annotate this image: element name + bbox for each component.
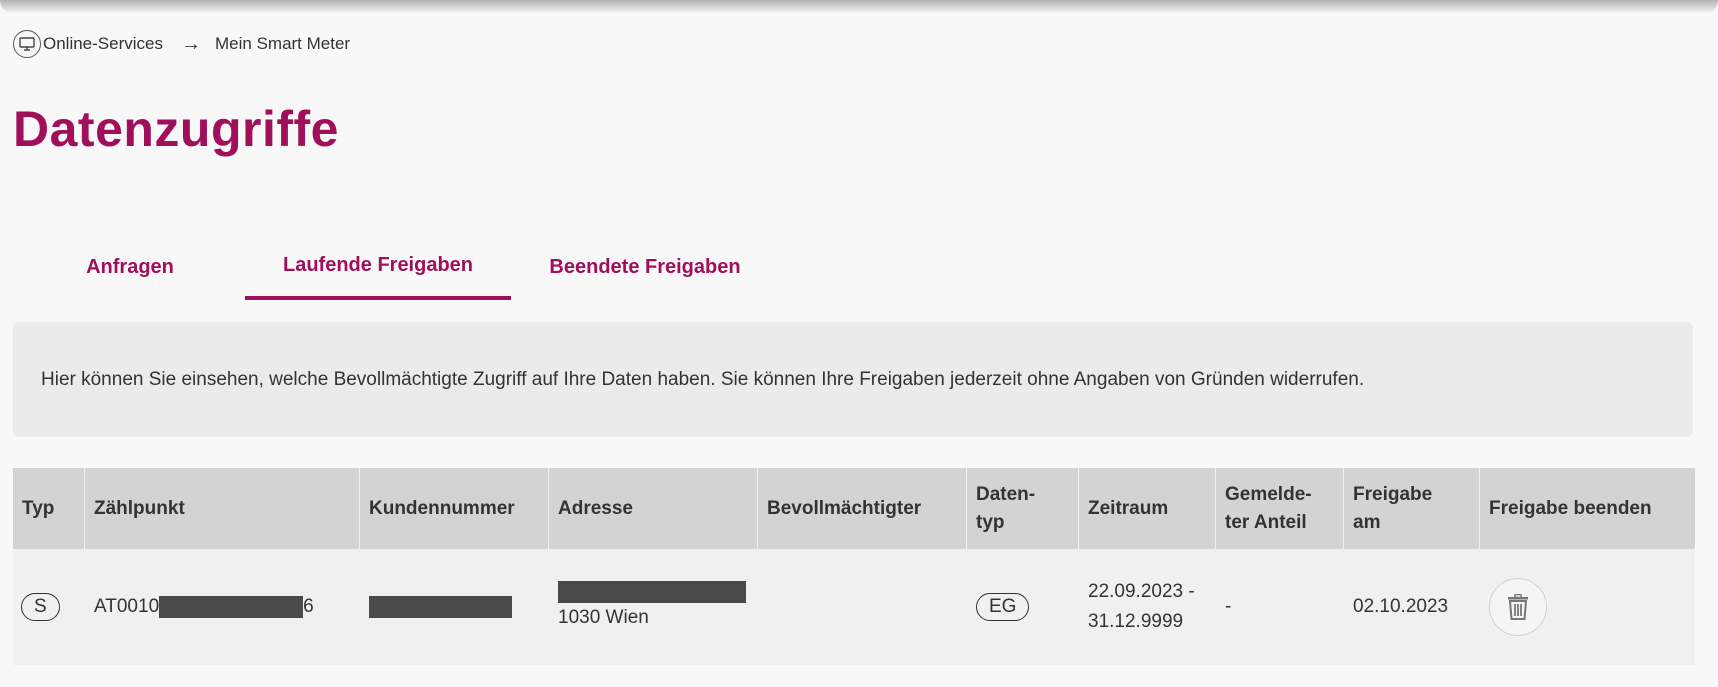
trash-icon bbox=[1508, 594, 1528, 620]
redaction-block bbox=[369, 596, 512, 618]
info-text: Hier können Sie einsehen, welche Bevollm… bbox=[41, 368, 1365, 390]
col-kundennummer: Kundennummer bbox=[360, 468, 549, 549]
col-freigabe-am-line1: Freigabe bbox=[1353, 483, 1433, 505]
col-freigabe-beenden: Freigabe beenden bbox=[1489, 497, 1652, 519]
breadcrumb-current: Mein Smart Meter bbox=[215, 34, 351, 53]
arrow-right-icon: → bbox=[181, 33, 201, 55]
header-shadow bbox=[0, 0, 1718, 14]
col-anteil-line1: Gemelde- bbox=[1225, 483, 1312, 505]
cell-datentyp: EG bbox=[967, 549, 1079, 665]
col-datentyp-line1: Daten- bbox=[976, 483, 1036, 505]
tab-beendete-freigaben[interactable]: Beendete Freigaben bbox=[530, 240, 760, 300]
col-adresse: Adresse bbox=[549, 468, 758, 549]
col-freigabe-am: Freigabe am bbox=[1344, 468, 1480, 549]
col-zeitraum: Zeitraum bbox=[1079, 468, 1216, 549]
tab-anfragen[interactable]: Anfragen bbox=[58, 240, 202, 300]
typ-badge: S bbox=[21, 593, 60, 621]
col-anteil-line2: ter Anteil bbox=[1225, 511, 1307, 533]
redaction-block bbox=[159, 596, 304, 618]
breadcrumb-online-services[interactable]: Online-Services bbox=[43, 34, 163, 54]
breadcrumb: Online-Services → Mein Smart Meter bbox=[13, 30, 350, 58]
redaction-block bbox=[558, 581, 746, 603]
table-row: S AT0010 6 1030 Wien EG 22.09.2023 - 31.… bbox=[13, 549, 1695, 665]
col-typ: Typ bbox=[13, 468, 85, 549]
monitor-icon[interactable] bbox=[13, 30, 41, 58]
cell-freigabe-beenden bbox=[1480, 549, 1695, 665]
col-anteil: Gemelde- ter Anteil bbox=[1216, 468, 1344, 549]
col-bevollmaechtigter: Bevollmächtigter bbox=[758, 468, 967, 549]
freigaben-table: Typ Zählpunkt Kundennummer Adresse Bevol… bbox=[13, 468, 1695, 665]
delete-freigabe-button[interactable] bbox=[1489, 578, 1547, 636]
tab-bar: Anfragen Laufende Freigaben Beendete Fre… bbox=[0, 240, 800, 302]
datentyp-badge: EG bbox=[976, 593, 1030, 621]
zaehlpunkt-suffix: 6 bbox=[303, 596, 314, 617]
zeitraum-end: 31.12.9999 bbox=[1088, 611, 1184, 632]
cell-bevollmaechtigter bbox=[758, 549, 967, 665]
zeitraum-start: 22.09.2023 - bbox=[1088, 581, 1195, 602]
page-title: Datenzugriffe bbox=[13, 101, 339, 157]
cell-kundennummer bbox=[360, 549, 549, 665]
cell-typ: S bbox=[13, 549, 85, 665]
table-header: Typ Zählpunkt Kundennummer Adresse Bevol… bbox=[13, 468, 1695, 549]
cell-freigabe-am: 02.10.2023 bbox=[1353, 596, 1449, 617]
info-box: Hier können Sie einsehen, welche Bevollm… bbox=[13, 322, 1693, 437]
tab-laufende-freigaben[interactable]: Laufende Freigaben bbox=[245, 240, 511, 300]
col-datentyp-line2: typ bbox=[976, 511, 1005, 533]
col-datentyp: Daten- typ bbox=[967, 468, 1079, 549]
col-zaehlpunkt: Zählpunkt bbox=[85, 468, 360, 549]
cell-zeitraum: 22.09.2023 - 31.12.9999 bbox=[1079, 549, 1216, 665]
cell-zaehlpunkt: AT0010 6 bbox=[85, 549, 360, 665]
cell-adresse: 1030 Wien bbox=[549, 549, 758, 665]
adresse-city: 1030 Wien bbox=[558, 607, 649, 628]
cell-anteil: - bbox=[1225, 596, 1232, 617]
col-freigabe-am-line2: am bbox=[1353, 511, 1381, 533]
zaehlpunkt-prefix: AT0010 bbox=[94, 596, 160, 617]
